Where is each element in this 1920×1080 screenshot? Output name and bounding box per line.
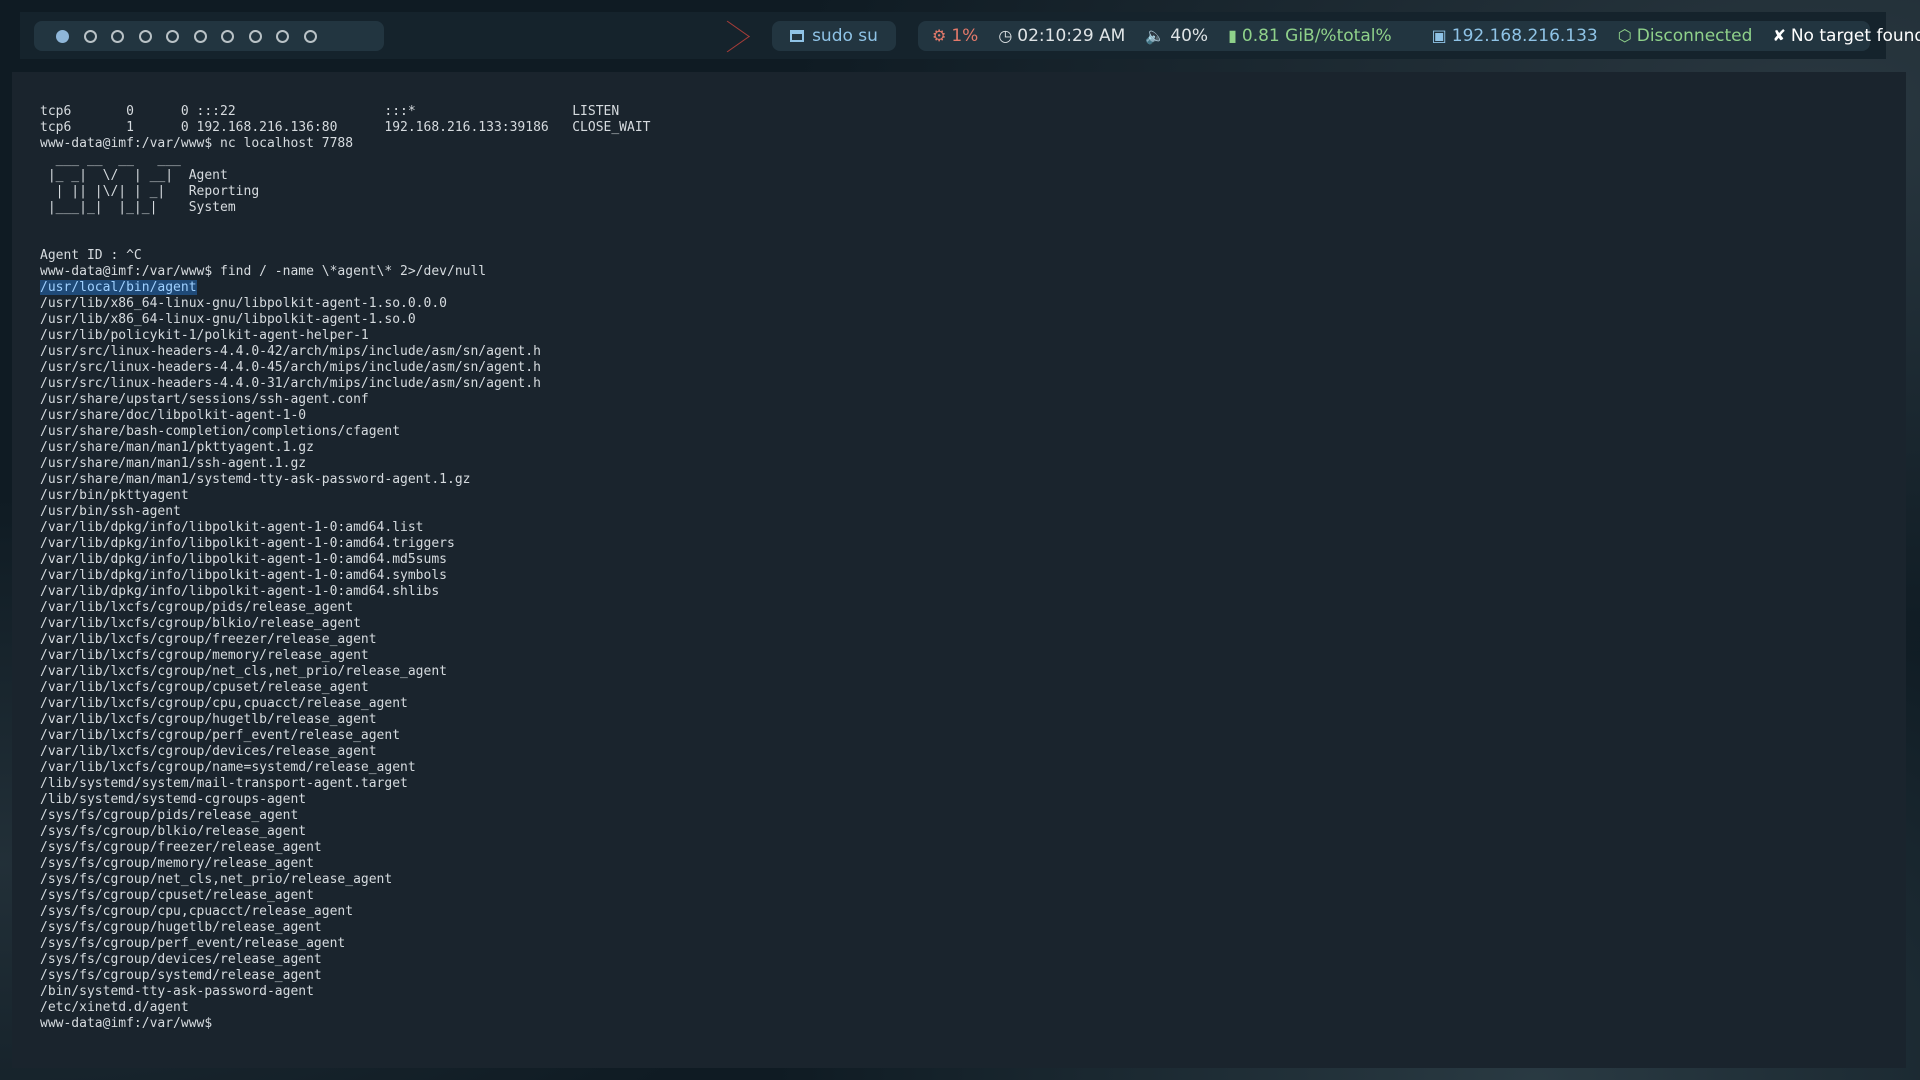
terminal-line: /usr/share/man/man1/pkttyagent.1.gz [40,440,314,455]
window-icon [790,30,805,42]
decorative-diamond-icon [705,20,750,53]
terminal-line: /var/lib/lxcfs/cgroup/hugetlb/release_ag… [40,712,377,727]
terminal-line: /var/lib/lxcfs/cgroup/cpu,cpuacct/releas… [40,696,408,711]
terminal-line: /bin/systemd-tty-ask-password-agent [40,984,314,999]
memory-icon: ▮ [1228,26,1237,45]
terminal-line: /sys/fs/cgroup/cpu,cpuacct/release_agent [40,904,354,919]
cpu-status[interactable]: ⚙ 1% [932,26,978,46]
terminal-line: /lib/systemd/systemd-cgroups-agent [40,792,307,807]
terminal-line: |_ _| \/ | __| Agent [40,168,228,183]
terminal-line: www-data@imf:/var/www$ [40,1016,221,1031]
monitor-icon: ▣ [1431,26,1447,45]
clock-value: 02:10:29 AM [1017,26,1126,46]
volume-status[interactable]: 🔈 40% [1145,26,1208,46]
cpu-value: 1% [951,26,979,46]
terminal-line: /var/lib/lxcfs/cgroup/cpuset/release_age… [40,680,369,695]
memory-status[interactable]: ▮ 0.81 GiB/%total% [1228,26,1392,46]
shield-icon: ⬡ [1617,26,1632,45]
terminal-line: /usr/bin/pkttyagent [40,488,189,503]
terminal-line: /sys/fs/cgroup/systemd/release_agent [40,968,322,983]
terminal-line: /var/lib/lxcfs/cgroup/devices/release_ag… [40,744,377,759]
target-value: No target found! [1790,26,1920,46]
terminal-line: www-data@imf:/var/www$ find / -name \*ag… [40,264,487,279]
cpu-icon: ⚙ [932,26,947,45]
clock-icon: ◷ [998,26,1013,45]
terminal-line: /var/lib/dpkg/info/libpolkit-agent-1-0:a… [40,536,455,551]
ip-status[interactable]: ▣ 192.168.216.133 [1432,26,1598,46]
volume-value: 40% [1170,26,1209,46]
terminal-line: /var/lib/lxcfs/cgroup/blkio/release_agen… [40,616,361,631]
terminal-line: /usr/share/doc/libpolkit-agent-1-0 [40,408,307,423]
terminal-line: /usr/lib/policykit-1/polkit-agent-helper… [40,328,369,343]
terminal-line: /var/lib/lxcfs/cgroup/freezer/release_ag… [40,632,377,647]
workspace-5-dot[interactable] [166,29,179,43]
terminal-line: /sys/fs/cgroup/devices/release_agent [40,952,322,967]
terminal-line: tcp6 1 0 192.168.216.136:80 192.168.216.… [40,120,651,135]
terminal-line: /var/lib/dpkg/info/libpolkit-agent-1-0:a… [40,520,424,535]
terminal-line: /sys/fs/cgroup/freezer/release_agent [40,840,322,855]
terminal-line: /var/lib/dpkg/info/libpolkit-agent-1-0:a… [40,568,447,583]
vpn-status[interactable]: ⬡ Disconnected [1618,26,1753,46]
memory-value: 0.81 GiB/%total% [1241,26,1392,46]
terminal-line: /var/lib/lxcfs/cgroup/memory/release_age… [40,648,369,663]
terminal-line: /usr/bin/ssh-agent [40,504,181,519]
terminal-line: ___ __ __ ___ [40,152,181,167]
terminal-line: /sys/fs/cgroup/memory/release_agent [40,856,314,871]
terminal-line: /usr/share/man/man1/ssh-agent.1.gz [40,456,307,471]
clock-status[interactable]: ◷ 02:10:29 AM [998,26,1125,46]
terminal-line: /var/lib/lxcfs/cgroup/perf_event/release… [40,728,401,743]
terminal-window[interactable]: tcp6 0 0 :::22 :::* LISTEN tcp6 1 0 192.1… [12,72,1906,1068]
window-title-label: sudo su [812,26,878,46]
workspace-4-dot[interactable] [138,29,152,43]
terminal-line: /etc/xinetd.d/agent [40,1000,189,1015]
workspace-switcher [34,21,384,51]
ip-value: 192.168.216.133 [1451,26,1598,46]
top-status-bar: sudo su ⚙ 1% ◷ 02:10:29 AM 🔈 40% ▮ 0.81 … [20,12,1920,59]
terminal-line: /usr/src/linux-headers-4.4.0-42/arch/mip… [40,344,541,359]
terminal-line: /sys/fs/cgroup/blkio/release_agent [40,824,307,839]
terminal-line: /lib/systemd/system/mail-transport-agent… [40,776,408,791]
terminal-line: /usr/share/man/man1/systemd-tty-ask-pass… [40,472,471,487]
terminal-line: /var/lib/lxcfs/cgroup/pids/release_agent [40,600,354,615]
workspace-9-dot[interactable] [276,29,289,43]
terminal-output[interactable]: tcp6 0 0 :::22 :::* LISTEN tcp6 1 0 192.1… [40,104,650,1032]
terminal-line: | || |\/| | _| Reporting [40,184,260,199]
workspace-8-dot[interactable] [248,29,262,43]
terminal-line: /usr/lib/x86_64-linux-gnu/libpolkit-agen… [40,296,447,311]
terminal-line: /usr/src/linux-headers-4.4.0-45/arch/mip… [40,360,541,375]
terminal-line: /sys/fs/cgroup/perf_event/release_agent [40,936,346,951]
terminal-line: /var/lib/dpkg/info/libpolkit-agent-1-0:a… [40,552,447,567]
terminal-line: /var/lib/lxcfs/cgroup/name=systemd/relea… [40,760,416,775]
terminal-line: tcp6 0 0 :::22 :::* LISTEN [40,104,620,119]
terminal-line: /sys/fs/cgroup/cpuset/release_agent [40,888,314,903]
terminal-line: /var/lib/lxcfs/cgroup/net_cls,net_prio/r… [40,664,447,679]
workspace-6-dot[interactable] [193,29,207,43]
workspace-10-dot[interactable] [303,29,317,43]
target-status[interactable]: ✘ No target found! [1772,26,1920,46]
terminal-line: /usr/local/bin/agent [40,280,650,296]
terminal-line: /sys/fs/cgroup/pids/release_agent [40,808,299,823]
terminal-line: /usr/lib/x86_64-linux-gnu/libpolkit-agen… [40,312,416,327]
terminal-line: |___|_| |_|_| System [40,200,236,215]
terminal-line: /var/lib/dpkg/info/libpolkit-agent-1-0:a… [40,584,440,599]
vpn-value: Disconnected [1636,26,1753,46]
status-modules: ⚙ 1% ◷ 02:10:29 AM 🔈 40% ▮ 0.81 GiB/%tot… [918,21,1920,51]
terminal-line: /sys/fs/cgroup/hugetlb/release_agent [40,920,322,935]
workspace-2-dot[interactable] [83,29,97,43]
workspace-1-dot[interactable] [56,29,69,43]
terminal-line: /usr/src/linux-headers-4.4.0-31/arch/mip… [40,376,541,391]
crosshair-icon: ✘ [1772,26,1786,45]
speaker-icon: 🔈 [1145,26,1166,45]
terminal-line: /usr/share/upstart/sessions/ssh-agent.co… [40,392,369,407]
workspace-3-dot[interactable] [111,29,124,43]
terminal-line: www-data@imf:/var/www$ nc localhost 7788 [40,136,354,151]
terminal-line: /sys/fs/cgroup/net_cls,net_prio/release_… [40,872,393,887]
terminal-line: /usr/share/bash-completion/completions/c… [40,424,401,439]
selected-text[interactable]: /usr/local/bin/agent [40,280,197,295]
terminal-line: Agent ID : ^C [40,248,142,263]
active-window-title[interactable]: sudo su [772,21,896,51]
workspace-7-dot[interactable] [221,29,234,43]
